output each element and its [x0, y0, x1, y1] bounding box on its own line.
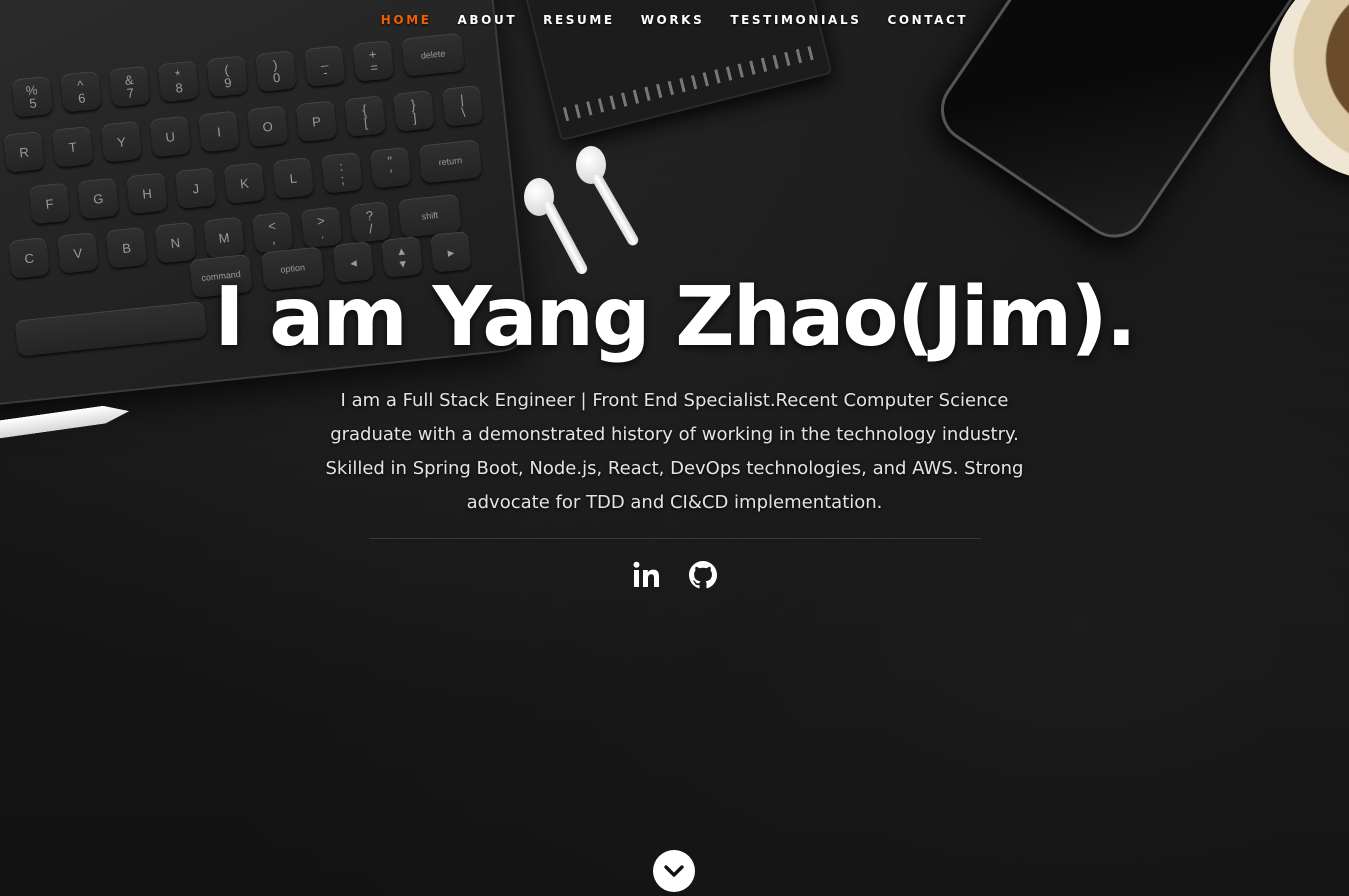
keyboard-key: H	[126, 172, 168, 215]
keyboard-key: | \	[441, 84, 484, 127]
keyboard-key: ? /	[349, 201, 392, 243]
keyboard-key: I	[198, 110, 240, 153]
hero-banner: % 5 ^ 6 & 7 * 8( 9) 0 _ - + = delete R T Y U I O P{ […	[0, 0, 1349, 896]
keyboard-key: G	[77, 177, 120, 220]
keyboard-key: ( 9	[206, 55, 249, 98]
keyboard-key: M	[203, 216, 245, 259]
chevron-down-icon	[664, 865, 684, 877]
hero-headline: I am Yang Zhao(Jim).	[214, 270, 1137, 365]
nav-item-testimonials[interactable]: Testimonials	[717, 0, 874, 40]
keyboard-key: { [	[344, 95, 387, 137]
nav-item-contact[interactable]: Contact	[874, 0, 981, 40]
divider	[368, 538, 981, 539]
keyboard-key: " '	[369, 146, 412, 189]
keyboard-key: & 7	[108, 65, 151, 108]
nav-item-works[interactable]: Works	[628, 0, 718, 40]
hero-content: I am Yang Zhao(Jim). I am a Full Stack E…	[0, 268, 1349, 589]
keyboard-key: J	[174, 167, 217, 210]
keyboard-key: } ]	[392, 90, 435, 132]
keyboard-key: ) 0	[255, 50, 297, 93]
keyboard-key: < ,	[251, 211, 294, 254]
keyboard-key: return	[418, 139, 483, 184]
keyboard-key: ^ 6	[60, 70, 102, 113]
keyboard-key: Y	[100, 120, 143, 163]
scroll-down-button[interactable]	[653, 850, 695, 892]
nav-list: Home About Resume Works Testimonials Con…	[368, 0, 981, 40]
keyboard-key: > .	[300, 206, 343, 249]
keyboard-key: U	[149, 115, 192, 158]
social-links	[0, 561, 1349, 589]
keyboard-key: N	[154, 221, 197, 264]
linkedin-link[interactable]	[633, 561, 661, 589]
keyboard-key: P	[295, 100, 338, 143]
keyboard-key: + =	[352, 40, 395, 82]
nav-item-resume[interactable]: Resume	[530, 0, 628, 40]
keyboard-key: ▸	[429, 230, 472, 273]
earbuds-image	[520, 140, 650, 276]
hero-intro: I am a Full Stack Engineer | Front End S…	[325, 390, 1024, 513]
github-icon	[688, 561, 717, 589]
keyboard-key: R	[3, 131, 45, 173]
linkedin-icon	[633, 561, 659, 587]
keyboard-key: _ -	[303, 45, 346, 87]
keyboard-key: % 5	[11, 75, 54, 118]
keyboard-key: O	[246, 105, 289, 148]
keyboard-key: F	[28, 182, 71, 225]
main-navigation: Home About Resume Works Testimonials Con…	[0, 0, 1349, 44]
keyboard-key: shift	[398, 193, 462, 238]
keyboard-key: B	[105, 226, 148, 269]
nav-item-about[interactable]: About	[445, 0, 531, 40]
github-link[interactable]	[688, 561, 717, 589]
keyboard-key: : ;	[321, 151, 363, 194]
keyboard-key: L	[272, 157, 315, 199]
keyboard-key: K	[223, 162, 266, 204]
keyboard-key: * 8	[157, 60, 200, 103]
keyboard-key: T	[51, 125, 94, 168]
nav-item-home[interactable]: Home	[368, 0, 445, 40]
